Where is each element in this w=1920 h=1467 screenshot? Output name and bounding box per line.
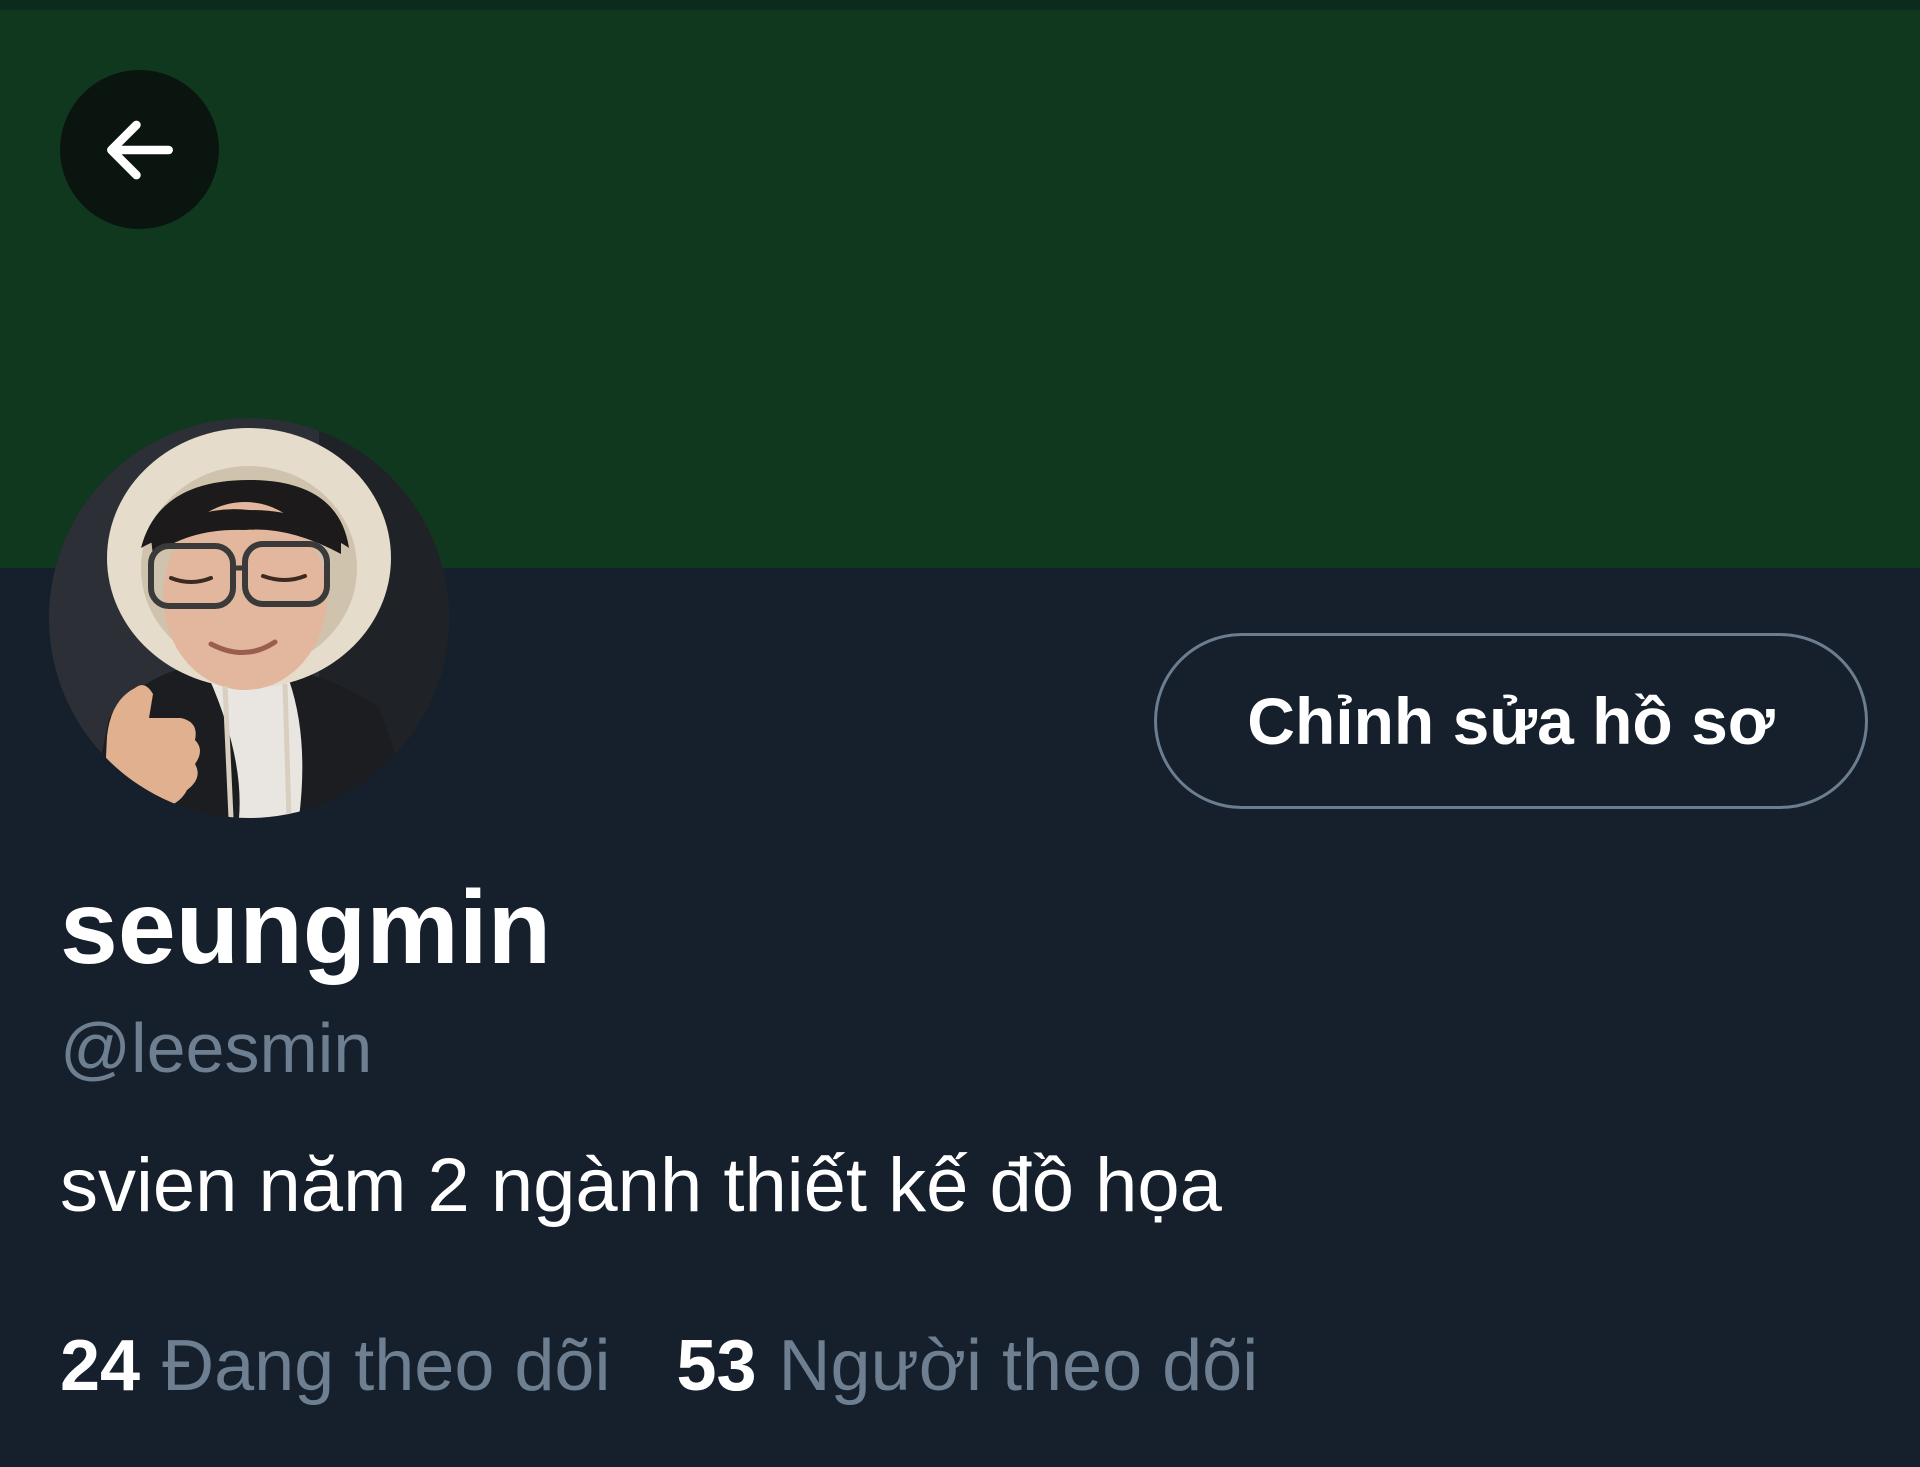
arrow-left-icon — [106, 120, 173, 179]
display-name: seungmin — [60, 870, 552, 986]
following-label: Đang theo dõi — [162, 1326, 611, 1406]
following-link[interactable]: 24 Đang theo dõi — [60, 1330, 610, 1402]
followers-label: Người theo dõi — [778, 1326, 1259, 1406]
followers-link[interactable]: 53 Người theo dõi — [676, 1330, 1258, 1402]
follow-stats: 24 Đang theo dõi 53 Người theo dõi — [60, 1330, 1258, 1402]
edit-profile-button[interactable]: Chỉnh sửa hồ sơ — [1154, 633, 1868, 809]
following-count: 24 — [60, 1326, 141, 1406]
followers-count: 53 — [676, 1326, 757, 1406]
avatar-photo — [49, 418, 449, 818]
avatar[interactable] — [49, 418, 449, 818]
back-button[interactable] — [60, 70, 219, 229]
user-handle: @leesmin — [60, 1009, 373, 1087]
profile-bio: svien năm 2 ngành thiết kế đồ họa — [60, 1143, 1222, 1228]
status-strip — [0, 0, 1920, 10]
